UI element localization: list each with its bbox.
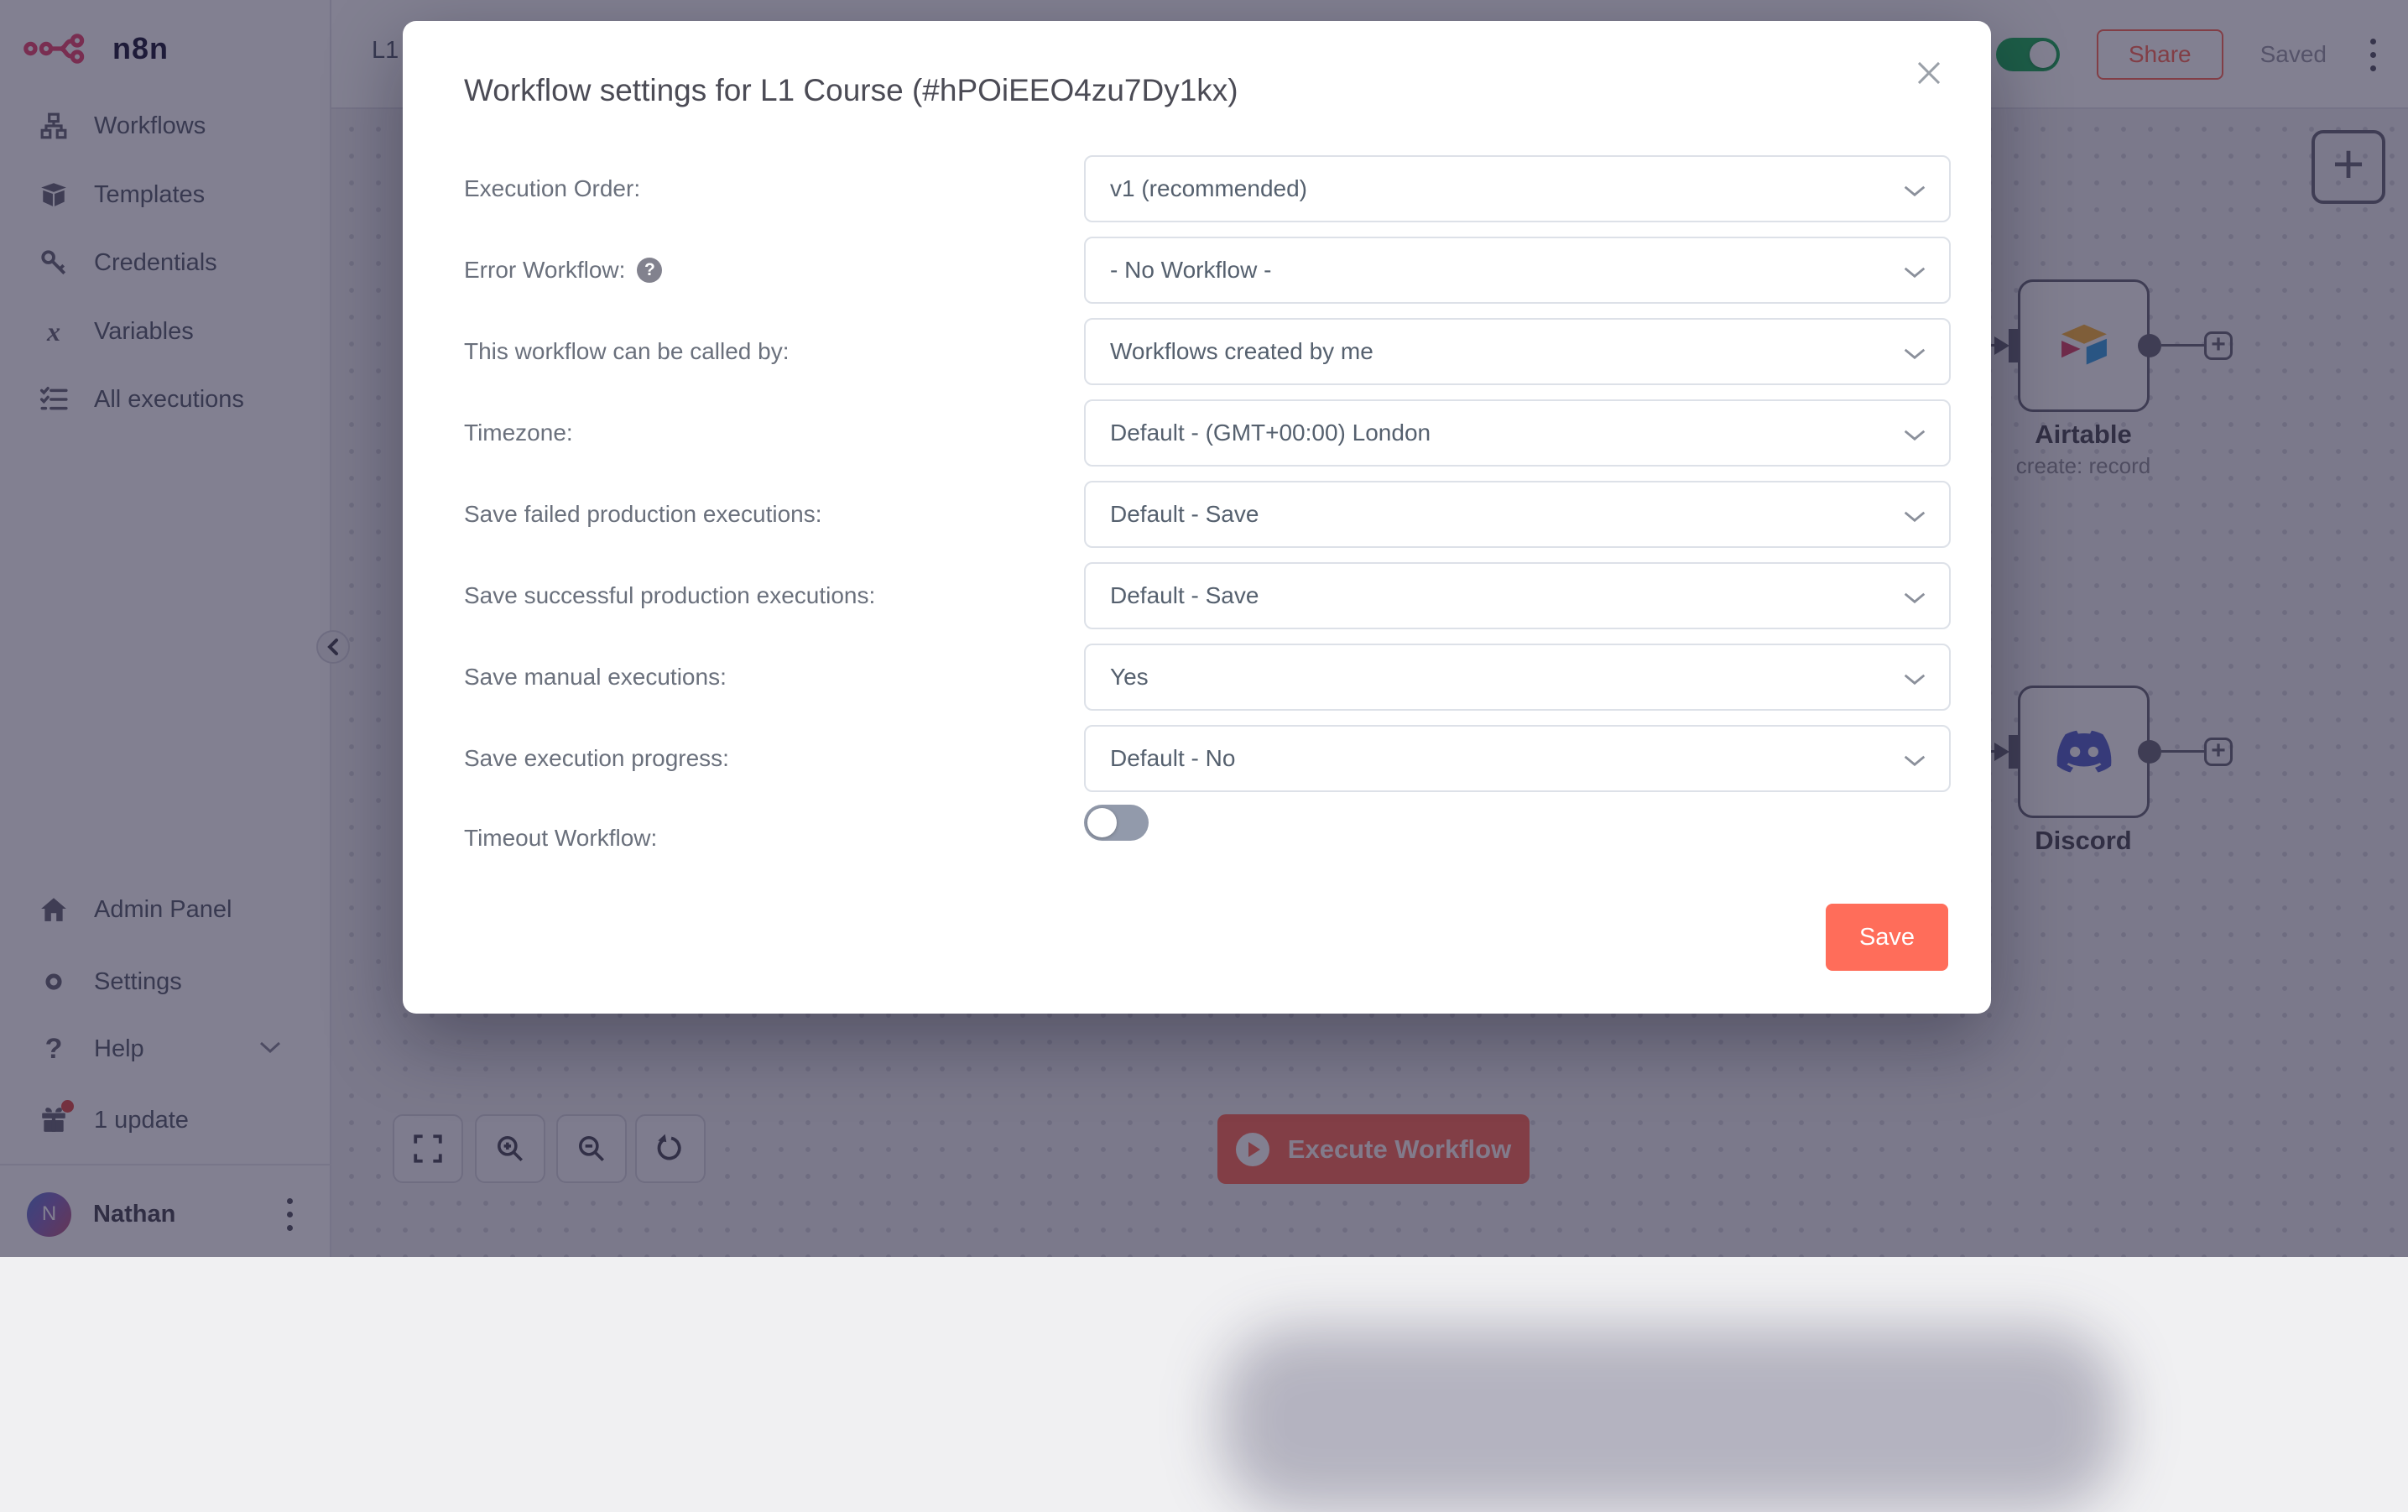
chevron-down-icon: [1902, 509, 1927, 524]
select-value: Default - No: [1110, 745, 1235, 772]
select-value: Default - Save: [1110, 582, 1259, 609]
error-workflow-select[interactable]: - No Workflow -: [1084, 237, 1951, 304]
modal-title: Workflow settings for L1 Course (#hPOiEE…: [464, 73, 1238, 108]
field-label: Execution Order:: [464, 155, 640, 222]
field-label: Error Workflow: ?: [464, 237, 662, 304]
workflow-settings-modal: Workflow settings for L1 Course (#hPOiEE…: [403, 21, 1991, 1014]
row-save-progress: Save execution progress: Default - No: [403, 725, 1991, 792]
app-root: + Airtable create: record + Discord +: [0, 0, 2408, 1257]
row-save-success: Save successful production executions: D…: [403, 562, 1991, 629]
select-value: - No Workflow -: [1110, 257, 1271, 284]
execution-order-select[interactable]: v1 (recommended): [1084, 155, 1951, 222]
toggle-knob: [1087, 808, 1117, 837]
field-label: Save manual executions:: [464, 644, 727, 711]
chevron-down-icon: [1902, 184, 1927, 198]
select-value: v1 (recommended): [1110, 175, 1307, 202]
field-label: This workflow can be called by:: [464, 318, 790, 385]
chevron-down-icon: [1902, 265, 1927, 279]
save-success-select[interactable]: Default - Save: [1084, 562, 1951, 629]
bottom-panel-shadow: [1221, 1327, 2119, 1512]
timeout-workflow-toggle[interactable]: [1084, 805, 1149, 841]
chevron-down-icon: [1902, 347, 1927, 361]
caller-policy-select[interactable]: Workflows created by me: [1084, 318, 1951, 385]
row-timeout-workflow: Timeout Workflow:: [403, 805, 1991, 872]
field-label: Save failed production executions:: [464, 481, 822, 548]
select-value: Default - (GMT+00:00) London: [1110, 420, 1431, 446]
close-icon[interactable]: [1912, 56, 1946, 90]
save-button[interactable]: Save: [1826, 904, 1948, 971]
save-manual-select[interactable]: Yes: [1084, 644, 1951, 711]
chevron-down-icon: [1902, 672, 1927, 686]
select-value: Default - Save: [1110, 501, 1259, 528]
timezone-select[interactable]: Default - (GMT+00:00) London: [1084, 399, 1951, 467]
row-save-failed: Save failed production executions: Defau…: [403, 481, 1991, 548]
field-label: Save successful production executions:: [464, 562, 875, 629]
row-save-manual: Save manual executions: Yes: [403, 644, 1991, 711]
row-caller-policy: This workflow can be called by: Workflow…: [403, 318, 1991, 385]
field-label: Timezone:: [464, 399, 573, 467]
save-failed-select[interactable]: Default - Save: [1084, 481, 1951, 548]
field-label: Save execution progress:: [464, 725, 729, 792]
select-value: Yes: [1110, 664, 1149, 691]
chevron-down-icon: [1902, 753, 1927, 768]
chevron-down-icon: [1902, 591, 1927, 605]
chevron-down-icon: [1902, 428, 1927, 442]
row-timezone: Timezone: Default - (GMT+00:00) London: [403, 399, 1991, 467]
help-icon[interactable]: ?: [637, 258, 662, 283]
save-progress-select[interactable]: Default - No: [1084, 725, 1951, 792]
row-error-workflow: Error Workflow: ? - No Workflow -: [403, 237, 1991, 304]
select-value: Workflows created by me: [1110, 338, 1373, 365]
row-execution-order: Execution Order: v1 (recommended): [403, 155, 1991, 222]
field-label: Timeout Workflow:: [464, 815, 657, 862]
field-label-text: Error Workflow:: [464, 257, 625, 284]
